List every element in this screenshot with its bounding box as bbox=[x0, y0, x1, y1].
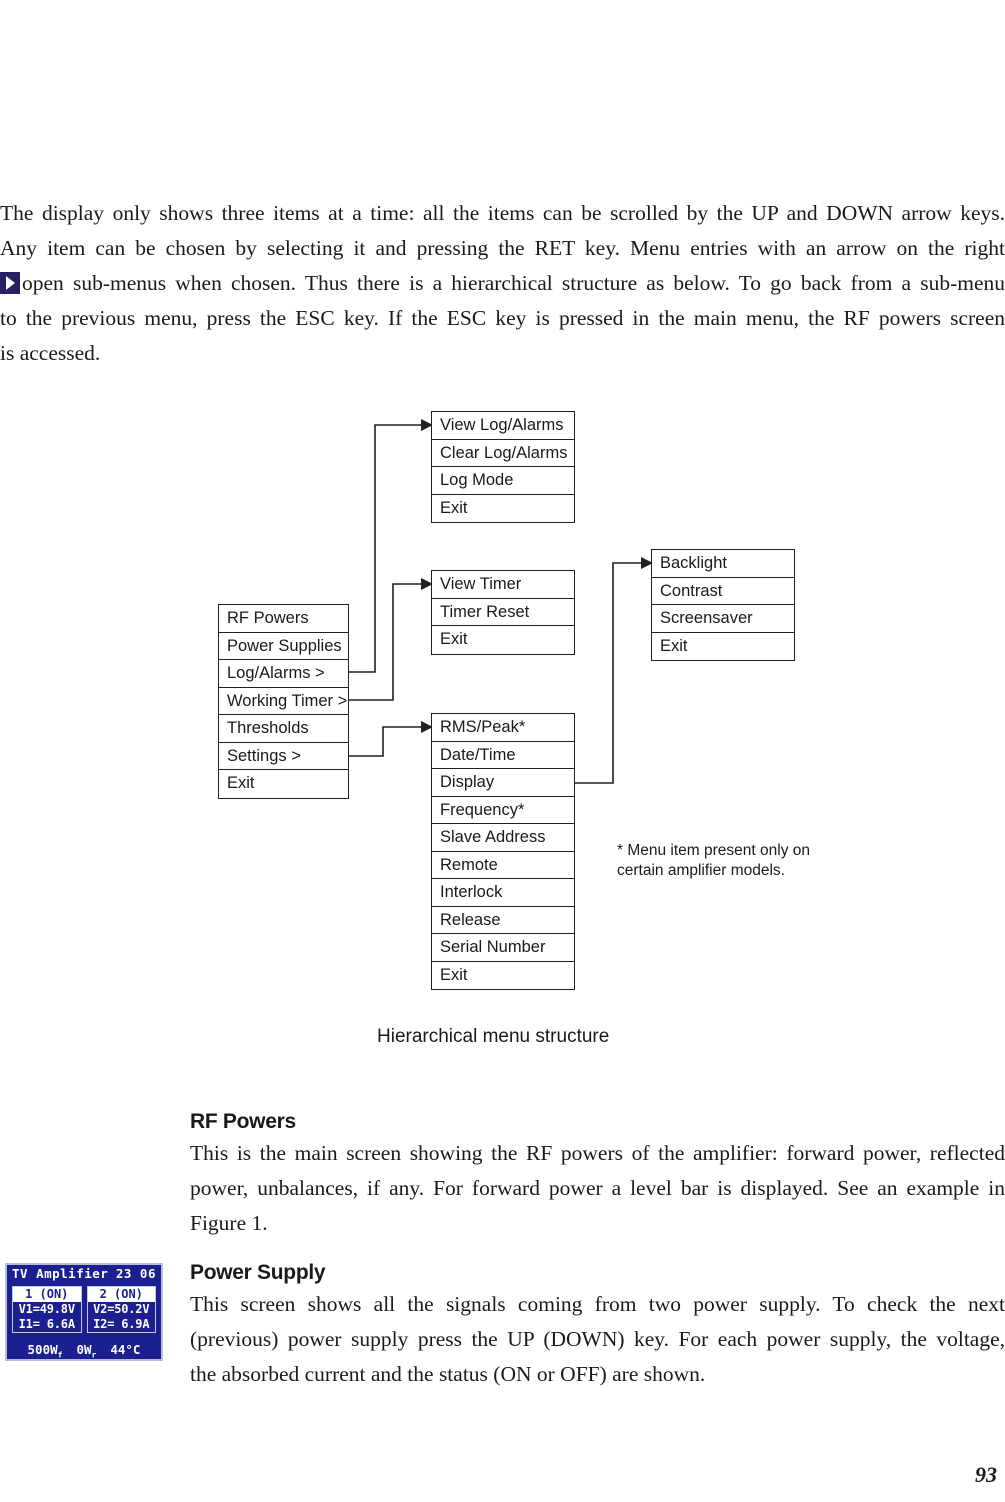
page-number: 93 bbox=[975, 1462, 997, 1487]
menu-item-view-timer[interactable]: View Timer bbox=[432, 571, 574, 599]
menu-item-screensaver[interactable]: Screensaver bbox=[652, 605, 794, 633]
lcd-cell1-header: 1 (ON) bbox=[13, 1287, 81, 1302]
menu-item-frequency[interactable]: Frequency* bbox=[432, 797, 574, 824]
menu-item-contrast[interactable]: Contrast bbox=[652, 578, 794, 605]
lcd-cell2-current: I2= 6.9A bbox=[93, 1317, 150, 1331]
log-alarms-submenu-box: View Log/Alarms Clear Log/Alarms Log Mod… bbox=[431, 411, 575, 523]
menu-item-clear-log-alarms[interactable]: Clear Log/Alarms bbox=[432, 440, 574, 467]
menu-item-log-mode[interactable]: Log Mode bbox=[432, 467, 574, 495]
lcd-cell1-current: I1= 6.6A bbox=[18, 1317, 75, 1331]
ps-line-1: This screen shows all the signals coming… bbox=[190, 1292, 1005, 1316]
section-body-power-supply: This screen shows all the signals coming… bbox=[190, 1287, 1005, 1392]
lcd-cell2-header: 2 (ON) bbox=[87, 1287, 155, 1302]
menu-item-log-exit[interactable]: Exit bbox=[432, 495, 574, 523]
section-heading-power-supply: Power Supply bbox=[190, 1261, 326, 1284]
menu-item-settings[interactable]: Settings > bbox=[219, 743, 348, 770]
menu-item-power-supplies[interactable]: Power Supplies bbox=[219, 633, 348, 660]
intro-line-3-wrap: open sub-menus when chosen. Thus there i… bbox=[0, 266, 1005, 301]
lcd-reflected-sub: r bbox=[91, 1350, 97, 1360]
intro-line-5: is accessed. bbox=[0, 341, 101, 365]
diagram-footnote: * Menu item present only on certain ampl… bbox=[617, 842, 810, 879]
menu-item-timer-reset[interactable]: Timer Reset bbox=[432, 599, 574, 626]
menu-item-settings-exit[interactable]: Exit bbox=[432, 962, 574, 990]
lcd-cell2-voltage: V2=50.2V bbox=[93, 1302, 150, 1316]
menu-item-serial-number[interactable]: Serial Number bbox=[432, 934, 574, 962]
menu-item-rf-powers[interactable]: RF Powers bbox=[219, 605, 348, 633]
lcd-reflected-power: 0Wr bbox=[76, 1342, 97, 1360]
menu-item-view-log-alarms[interactable]: View Log/Alarms bbox=[432, 412, 574, 440]
intro-line-3: open sub-menus when chosen. Thus there i… bbox=[22, 271, 1005, 295]
ps-line-3: the absorbed current and the status (ON … bbox=[190, 1362, 706, 1386]
intro-line-2: Any item can be chosen by selecting it a… bbox=[0, 236, 1005, 260]
section-heading-rf-powers: RF Powers bbox=[190, 1110, 296, 1133]
right-arrow-icon bbox=[0, 272, 20, 294]
menu-item-backlight[interactable]: Backlight bbox=[652, 550, 794, 578]
lcd-supply-cell-1: 1 (ON) V1=49.8V I1= 6.6A bbox=[12, 1286, 82, 1333]
lcd-clock: 23 06 bbox=[115, 1266, 156, 1281]
menu-item-date-time[interactable]: Date/Time bbox=[432, 742, 574, 769]
lcd-forward-power: 500Wf bbox=[27, 1342, 63, 1360]
intro-line-4: to the previous menu, press the ESC key.… bbox=[0, 306, 1005, 330]
diagram-caption: Hierarchical menu structure bbox=[377, 1026, 610, 1047]
section-rf-powers: RF Powers This is the main screen showin… bbox=[190, 1110, 1005, 1241]
lcd-cell1-voltage: V1=49.8V bbox=[18, 1302, 75, 1316]
menu-item-slave-address[interactable]: Slave Address bbox=[432, 824, 574, 852]
lcd-title: TV Amplifier bbox=[12, 1266, 109, 1281]
menu-item-display[interactable]: Display bbox=[432, 769, 574, 797]
section-power-supply: Power Supply This screen shows all the s… bbox=[190, 1261, 1005, 1392]
lcd-temperature: 44°C bbox=[110, 1342, 141, 1357]
working-timer-submenu-box: View Timer Timer Reset Exit bbox=[431, 570, 575, 655]
lcd-forward-value: 500W bbox=[27, 1342, 58, 1357]
lcd-reflected-value: 0W bbox=[76, 1342, 92, 1357]
intro-paragraph: The display only shows three items at a … bbox=[0, 196, 1005, 371]
lcd-status-bar: 500Wf 0Wr 44°C bbox=[7, 1342, 161, 1360]
menu-item-rms-peak[interactable]: RMS/Peak* bbox=[432, 714, 574, 742]
menu-item-release[interactable]: Release bbox=[432, 907, 574, 934]
lcd-screenshot: TV Amplifier 23 06 1 (ON) V1=49.8V I1= 6… bbox=[5, 1263, 163, 1361]
menu-item-thresholds[interactable]: Thresholds bbox=[219, 715, 348, 743]
lcd-forward-sub: f bbox=[57, 1350, 63, 1360]
main-menu-box: RF Powers Power Supplies Log/Alarms > Wo… bbox=[218, 604, 349, 799]
rf-line-2: power, unbalances, if any. For forward p… bbox=[190, 1176, 1005, 1200]
lcd-supply-cell-2: 2 (ON) V2=50.2V I2= 6.9A bbox=[86, 1286, 156, 1333]
lcd-title-bar: TV Amplifier 23 06 bbox=[7, 1265, 161, 1283]
menu-item-exit[interactable]: Exit bbox=[219, 770, 348, 798]
menu-item-remote[interactable]: Remote bbox=[432, 852, 574, 879]
intro-line-1: The display only shows three items at a … bbox=[0, 201, 1005, 225]
menu-item-working-timer[interactable]: Working Timer > bbox=[219, 688, 348, 715]
menu-item-timer-exit[interactable]: Exit bbox=[432, 626, 574, 654]
section-body-rf-powers: This is the main screen showing the RF p… bbox=[190, 1136, 1005, 1241]
settings-submenu-box: RMS/Peak* Date/Time Display Frequency* S… bbox=[431, 713, 575, 990]
ps-line-2: (previous) power supply press the UP (DO… bbox=[190, 1327, 1005, 1351]
display-submenu-box: Backlight Contrast Screensaver Exit bbox=[651, 549, 795, 661]
rf-line-1: This is the main screen showing the RF p… bbox=[190, 1141, 1005, 1165]
lcd-supply-cells: 1 (ON) V1=49.8V I1= 6.6A 2 (ON) V2=50.2V… bbox=[7, 1283, 161, 1333]
menu-item-display-exit[interactable]: Exit bbox=[652, 633, 794, 661]
rf-line-3: Figure 1. bbox=[190, 1211, 268, 1235]
menu-item-log-alarms[interactable]: Log/Alarms > bbox=[219, 660, 348, 688]
menu-item-interlock[interactable]: Interlock bbox=[432, 879, 574, 907]
